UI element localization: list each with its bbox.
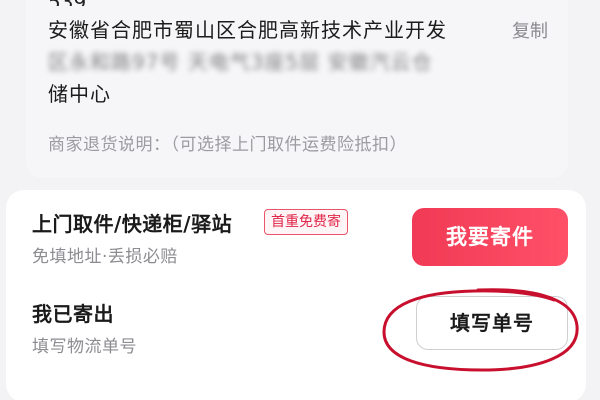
self-sent-option-title: 我已寄出 (32, 302, 114, 326)
merchant-return-note: 商家退货说明：（可选择上门取件运费险抵扣） (48, 135, 407, 155)
self-sent-option-subtitle: 填写物流单号 (32, 337, 137, 357)
pickup-option-title: 上门取件/快递柜/驿站 (32, 212, 233, 236)
copy-address-button[interactable]: 复制 (512, 17, 548, 43)
pickup-option-subtitle: 免填地址·丢损必赔 (32, 247, 178, 267)
fill-tracking-number-button[interactable]: 填写单号 (416, 296, 568, 350)
contact-phone: 539 (48, 0, 86, 6)
address-line-2-redacted: 区永和路97号 天电气3座5层 安徽汽云仓 (48, 50, 433, 74)
return-address-card: 539 安徽省合肥市蜀山区合肥高新技术产业开发 区永和路97号 天电气3座5层 … (26, 0, 568, 178)
shipping-options-card: 上门取件/快递柜/驿站 首重免费寄 免填地址·丢损必赔 我要寄件 我已寄出 填写… (6, 190, 586, 400)
send-package-button[interactable]: 我要寄件 (412, 208, 568, 266)
return-address: 安徽省合肥市蜀山区合肥高新技术产业开发 区永和路97号 天电气3座5层 安徽汽云… (48, 14, 488, 110)
free-shipping-badge: 首重免费寄 (264, 209, 348, 235)
address-line-1: 安徽省合肥市蜀山区合肥高新技术产业开发 (48, 18, 447, 42)
address-line-3: 储中心 (48, 82, 111, 106)
return-shipping-page: 539 安徽省合肥市蜀山区合肥高新技术产业开发 区永和路97号 天电气3座5层 … (0, 0, 600, 400)
